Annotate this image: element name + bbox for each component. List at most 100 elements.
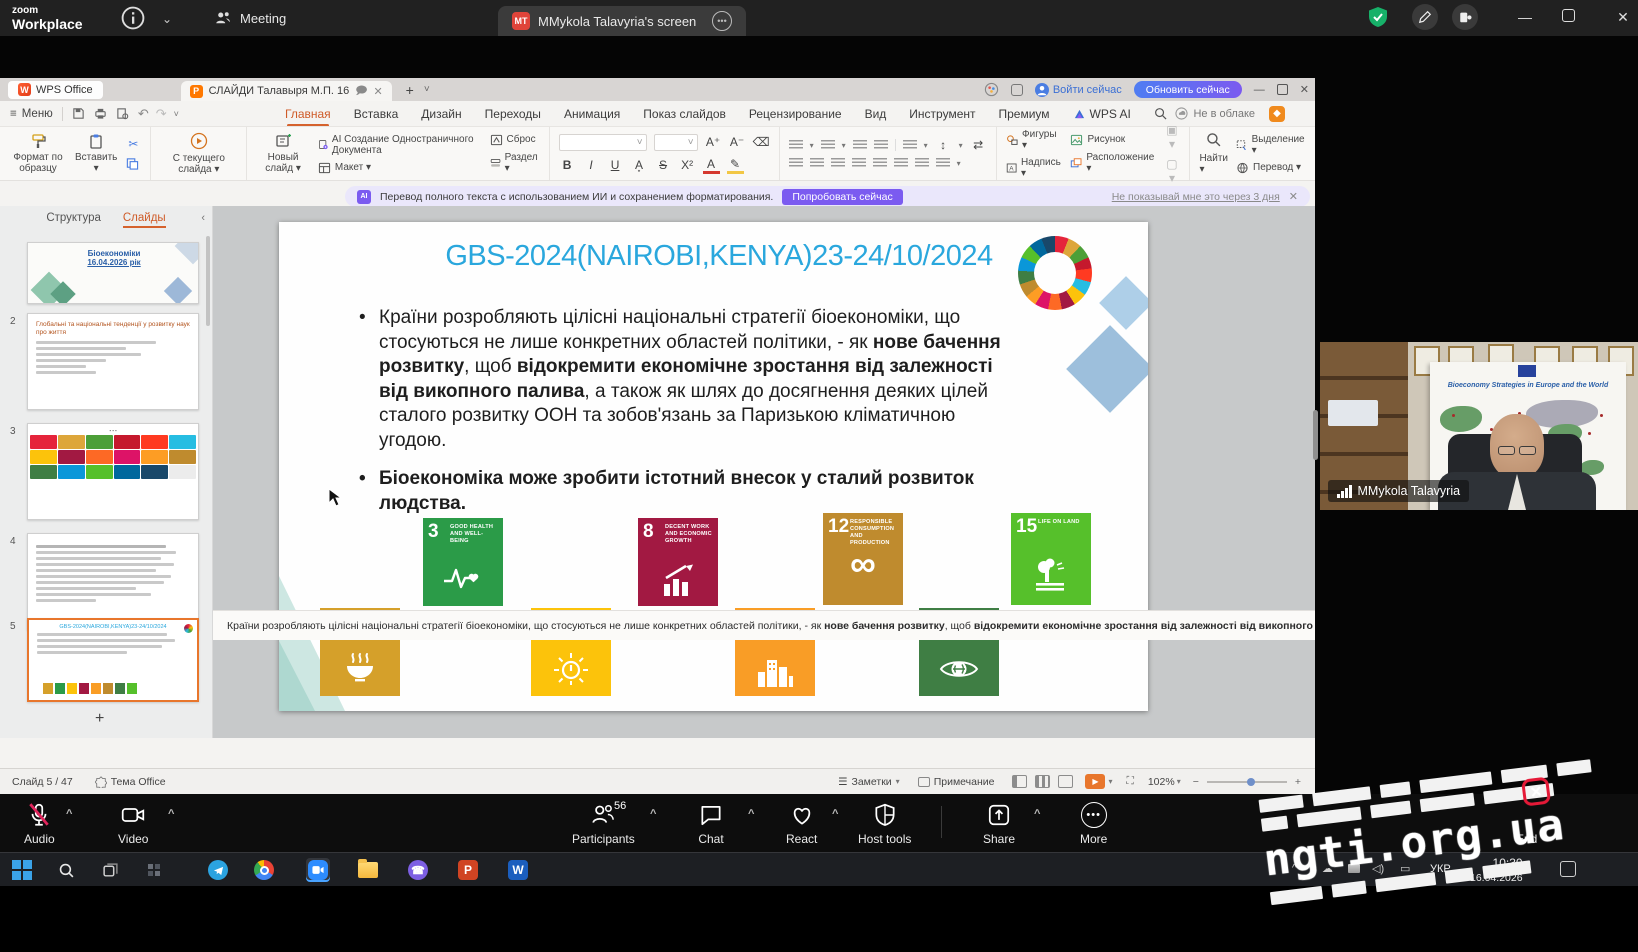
selection-button[interactable]: Выделение ▾ bbox=[1236, 134, 1306, 156]
participant-video-tile[interactable]: Bioeconomy Strategies in Europe and the … bbox=[1320, 342, 1638, 510]
telegram-icon[interactable] bbox=[206, 858, 230, 882]
italic-button[interactable]: I bbox=[583, 158, 600, 172]
close-window-icon[interactable]: ✕ bbox=[1606, 9, 1638, 26]
print-preview-icon[interactable] bbox=[116, 107, 129, 120]
globe-icon[interactable] bbox=[984, 82, 999, 97]
taskbar-search[interactable] bbox=[54, 858, 78, 882]
cut-icon[interactable]: ✂ bbox=[125, 137, 141, 151]
slide-thumbnail-4[interactable] bbox=[27, 533, 199, 630]
chat-button[interactable]: Chat bbox=[698, 802, 724, 846]
tab-review[interactable]: Рецензирование bbox=[749, 107, 842, 121]
rotate-icon[interactable]: ▢ ▾ bbox=[1163, 157, 1180, 185]
redo-icon[interactable]: ↷ bbox=[156, 106, 167, 122]
slide-thumbnail-5-current[interactable]: GBS-2024(NAIROBI,KENYA)23-24/10/2024 bbox=[27, 618, 199, 702]
group-icon[interactable]: ▣ ▾ bbox=[1163, 123, 1180, 151]
char-spacing-icon[interactable]: A̟ bbox=[631, 158, 648, 172]
tab-shared-screen[interactable]: MT MMykola Talavyria's screen ••• bbox=[498, 6, 746, 36]
layout-button[interactable]: Макет ▾ bbox=[318, 162, 482, 174]
highlight-color-button[interactable]: ✎ bbox=[727, 157, 744, 174]
tab-outline[interactable]: Структура bbox=[46, 212, 101, 228]
wps-minimize-icon[interactable]: — bbox=[1254, 84, 1265, 96]
distribute-icon[interactable] bbox=[873, 158, 887, 169]
new-tab-icon[interactable]: + bbox=[406, 82, 414, 98]
more-button[interactable]: ••• More bbox=[1080, 802, 1107, 846]
shapes-button[interactable]: Фигуры ▾ bbox=[1006, 129, 1063, 151]
line-spacing-icon[interactable]: ↕ bbox=[935, 138, 952, 152]
save-icon[interactable] bbox=[72, 107, 85, 120]
video-options-chevron-icon[interactable]: ^ bbox=[168, 808, 174, 820]
zoom-slider[interactable] bbox=[1207, 781, 1287, 783]
gallery-scrollbar[interactable] bbox=[1313, 410, 1318, 460]
tab-options-icon[interactable]: ••• bbox=[712, 11, 732, 31]
new-slide-button[interactable]: Новый слайд ▾ bbox=[256, 133, 310, 174]
audio-options-chevron-icon[interactable]: ^ bbox=[66, 808, 72, 820]
comment-bubble-icon[interactable]: 🗩 bbox=[355, 82, 367, 101]
picture-button[interactable]: Рисунок bbox=[1070, 134, 1155, 146]
theme-button[interactable]: Тема Office bbox=[95, 776, 166, 788]
share-button[interactable]: Share bbox=[983, 802, 1015, 846]
comment-button[interactable]: Примечание bbox=[918, 776, 995, 788]
cloud-status[interactable]: Не в облаке bbox=[1175, 107, 1255, 120]
ai-onepage-doc-button[interactable]: AI Создание Одностраничного Документа bbox=[318, 134, 482, 156]
tab-meeting[interactable]: Meeting bbox=[200, 0, 300, 36]
normal-view-icon[interactable] bbox=[1012, 775, 1027, 788]
zoom-slider-knob[interactable] bbox=[1247, 778, 1255, 786]
tab-view[interactable]: Вид bbox=[865, 107, 887, 121]
clear-format-icon[interactable]: ⌫ bbox=[753, 135, 770, 149]
tab-premium[interactable]: Премиум bbox=[999, 107, 1050, 121]
align-left-icon[interactable] bbox=[789, 158, 803, 169]
security-shield-icon[interactable] bbox=[1366, 5, 1390, 29]
layout-panel-icon[interactable] bbox=[1452, 4, 1478, 30]
start-button[interactable] bbox=[10, 858, 34, 882]
reset-button[interactable]: Сброс bbox=[490, 134, 540, 146]
try-now-button[interactable]: Попробовать сейчас bbox=[782, 189, 902, 205]
notes-toggle-button[interactable]: ☰ Заметки▾ bbox=[838, 776, 900, 788]
increase-indent-icon[interactable] bbox=[874, 140, 888, 151]
chrome-icon[interactable] bbox=[252, 858, 276, 882]
tab-wps-ai[interactable]: WPS AI bbox=[1073, 107, 1131, 121]
tab-slideshow[interactable]: Показ слайдов bbox=[643, 107, 726, 121]
bullet-list-icon[interactable] bbox=[789, 140, 803, 151]
columns-icon[interactable] bbox=[894, 158, 908, 169]
format-painter-button[interactable]: Формат по образцу bbox=[9, 133, 67, 174]
wps-promo-icon[interactable]: ◆ bbox=[1269, 106, 1285, 122]
participants-chevron-icon[interactable]: ^ bbox=[650, 808, 656, 820]
reading-view-icon[interactable] bbox=[1058, 775, 1073, 788]
slide-sorter-icon[interactable] bbox=[1035, 775, 1050, 788]
tab-home[interactable]: Главная bbox=[285, 107, 331, 121]
task-view-button[interactable] bbox=[98, 858, 122, 882]
quickbar-chevron-icon[interactable]: ˅ bbox=[174, 109, 179, 119]
align-right-icon[interactable] bbox=[831, 158, 845, 169]
viber-icon[interactable]: ☎ bbox=[406, 858, 430, 882]
print-icon[interactable] bbox=[94, 107, 107, 120]
host-tools-button[interactable]: Host tools bbox=[858, 802, 911, 846]
tab-slides[interactable]: Слайды bbox=[123, 212, 166, 228]
superscript-button[interactable]: X² bbox=[679, 158, 696, 172]
tab-tools[interactable]: Инструмент bbox=[909, 107, 975, 121]
chat-chevron-icon[interactable]: ^ bbox=[748, 808, 754, 820]
annotate-pencil-icon[interactable] bbox=[1412, 4, 1438, 30]
tab-design[interactable]: Дизайн bbox=[421, 107, 461, 121]
document-tab[interactable]: P СЛАЙДИ Талавыря М.П. 16 🗩 ✕ bbox=[181, 81, 392, 101]
play-options-chevron-icon[interactable]: ▾ bbox=[1108, 777, 1112, 786]
zoom-out-button[interactable]: − bbox=[1193, 776, 1199, 788]
play-from-current-slide-button[interactable]: С текущего слайда ▾ bbox=[160, 132, 237, 175]
chevron-down-icon[interactable]: ⌄ bbox=[162, 12, 172, 26]
justify-icon[interactable] bbox=[852, 158, 866, 169]
textbox-button[interactable]: A Надпись ▾ bbox=[1006, 157, 1063, 179]
dismiss-banner-link[interactable]: Не показывай мне это через 3 дня bbox=[1112, 191, 1280, 203]
align-center-icon[interactable] bbox=[810, 158, 824, 169]
find-button[interactable]: Найти ▾ bbox=[1199, 153, 1228, 175]
word-icon[interactable]: W bbox=[506, 858, 530, 882]
share-chevron-icon[interactable]: ^ bbox=[1034, 808, 1040, 820]
decrease-indent-icon[interactable] bbox=[853, 140, 867, 151]
file-explorer-icon[interactable] bbox=[356, 858, 380, 882]
add-slide-button[interactable]: + bbox=[95, 710, 104, 728]
zoom-level[interactable]: 102% bbox=[1148, 776, 1175, 788]
info-icon[interactable] bbox=[120, 5, 146, 31]
slide-thumbnail-3[interactable]: ▪ ▪ ▪ bbox=[27, 423, 199, 520]
slide-thumbnail-2[interactable]: Глобальні та національні тенденції у роз… bbox=[27, 313, 199, 410]
slide-thumbnail-1[interactable]: Біоекономіки 16.04.2026 рік bbox=[27, 242, 199, 304]
react-button[interactable]: React bbox=[786, 802, 817, 846]
signin-button[interactable]: Войти сейчас bbox=[1035, 83, 1122, 97]
